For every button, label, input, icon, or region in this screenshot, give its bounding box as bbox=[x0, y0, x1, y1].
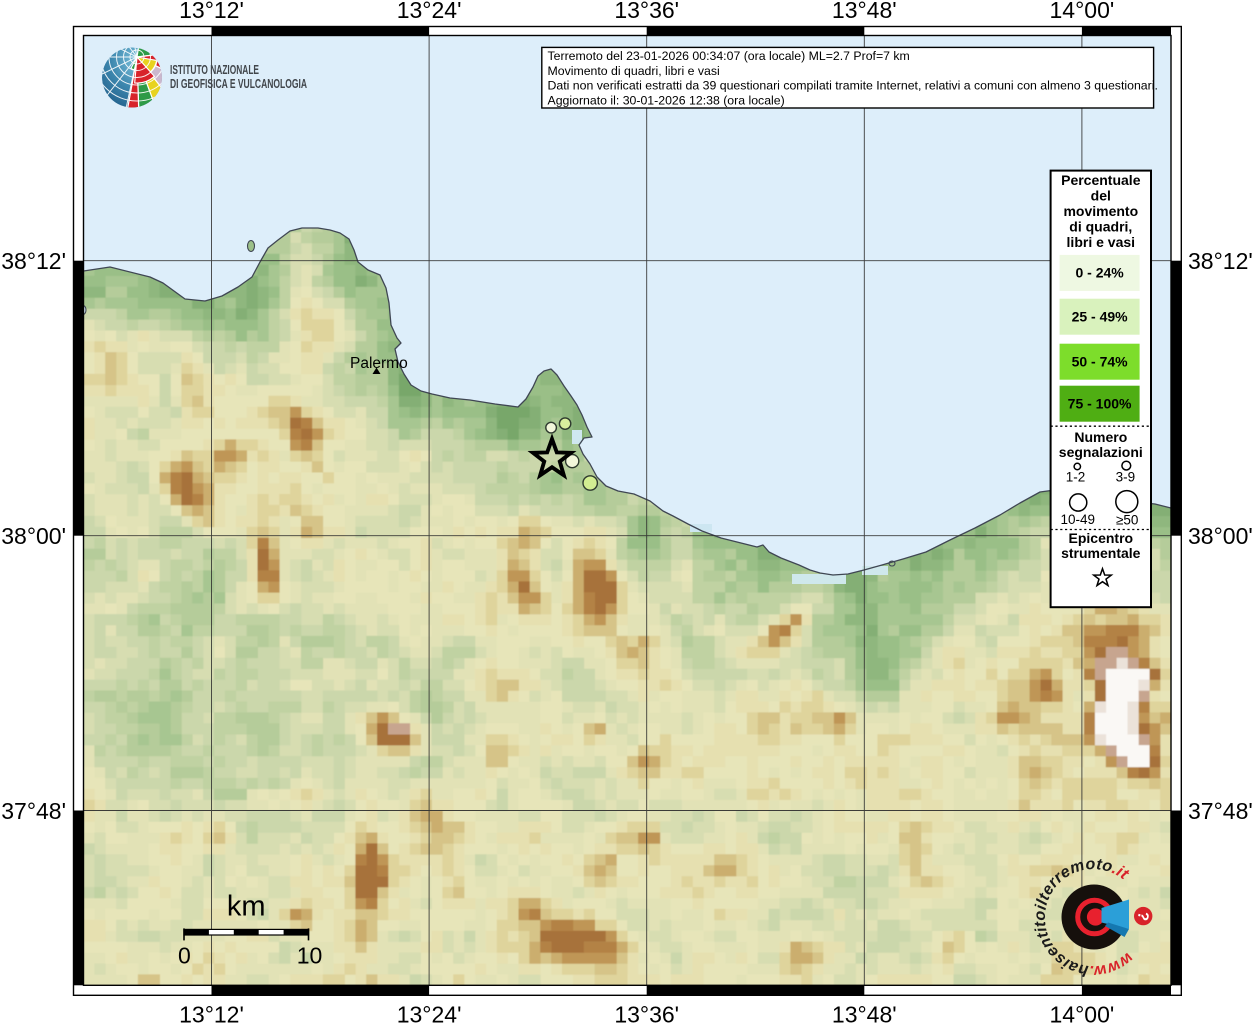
svg-text:Numero: Numero bbox=[1074, 429, 1127, 445]
svg-text:13°24': 13°24' bbox=[397, 1002, 462, 1024]
svg-text:1-2: 1-2 bbox=[1066, 470, 1086, 485]
svg-text:13°12': 13°12' bbox=[179, 1002, 244, 1024]
svg-text:14°00': 14°00' bbox=[1050, 0, 1115, 23]
svg-text:km: km bbox=[227, 891, 266, 923]
svg-text:Percentuale: Percentuale bbox=[1061, 172, 1141, 188]
svg-text:0 - 24%: 0 - 24% bbox=[1075, 265, 1124, 281]
svg-text:38°00': 38°00' bbox=[1188, 523, 1253, 549]
svg-text:Movimento di quadri, libri e v: Movimento di quadri, libri e vasi bbox=[548, 64, 720, 78]
svg-text:del: del bbox=[1091, 188, 1111, 204]
svg-text:ISTITUTO NAZIONALE: ISTITUTO NAZIONALE bbox=[170, 62, 259, 77]
svg-text:13°12': 13°12' bbox=[179, 0, 244, 23]
svg-text:libri e vasi: libri e vasi bbox=[1067, 234, 1135, 250]
svg-text:13°36': 13°36' bbox=[614, 1002, 679, 1024]
svg-text:13°24': 13°24' bbox=[397, 0, 462, 23]
svg-text:75 - 100%: 75 - 100% bbox=[1068, 396, 1132, 412]
svg-text:Terremoto del 23-01-2026 00:34: Terremoto del 23-01-2026 00:34:07 (ora l… bbox=[548, 49, 910, 63]
svg-text:38°00': 38°00' bbox=[1, 523, 66, 549]
svg-text:13°48': 13°48' bbox=[832, 0, 897, 23]
svg-text:38°12': 38°12' bbox=[1, 248, 66, 274]
svg-text:Dati non verificati estratti d: Dati non verificati estratti da 39 quest… bbox=[548, 79, 1158, 93]
svg-text:3-9: 3-9 bbox=[1116, 470, 1136, 485]
svg-text:DI GEOFISICA E VULCANOLOGIA: DI GEOFISICA E VULCANOLOGIA bbox=[170, 76, 307, 91]
svg-text:13°36': 13°36' bbox=[614, 0, 679, 23]
svg-text:strumentale: strumentale bbox=[1061, 545, 1141, 561]
svg-text:Aggiornato il: 30-01-2026 12:3: Aggiornato il: 30-01-2026 12:38 (ora loc… bbox=[548, 93, 785, 107]
svg-text:Epicentro: Epicentro bbox=[1069, 530, 1134, 546]
svg-text:37°48': 37°48' bbox=[1188, 798, 1253, 824]
svg-text:13°48': 13°48' bbox=[832, 1002, 897, 1024]
svg-text:14°00': 14°00' bbox=[1050, 1002, 1115, 1024]
svg-text:0: 0 bbox=[178, 943, 191, 969]
svg-text:≥50: ≥50 bbox=[1116, 512, 1138, 527]
svg-text:25 - 49%: 25 - 49% bbox=[1072, 309, 1129, 325]
svg-text:di quadri,: di quadri, bbox=[1069, 219, 1132, 235]
svg-text:50 - 74%: 50 - 74% bbox=[1072, 354, 1129, 370]
svg-text:10-49: 10-49 bbox=[1061, 512, 1096, 527]
svg-text:10: 10 bbox=[297, 943, 323, 969]
svg-text:segnalazioni: segnalazioni bbox=[1059, 444, 1143, 460]
svg-text:movimento: movimento bbox=[1063, 203, 1138, 219]
svg-text:Palermo: Palermo bbox=[350, 355, 408, 372]
svg-text:37°48': 37°48' bbox=[1, 798, 66, 824]
svg-text:38°12': 38°12' bbox=[1188, 248, 1253, 274]
